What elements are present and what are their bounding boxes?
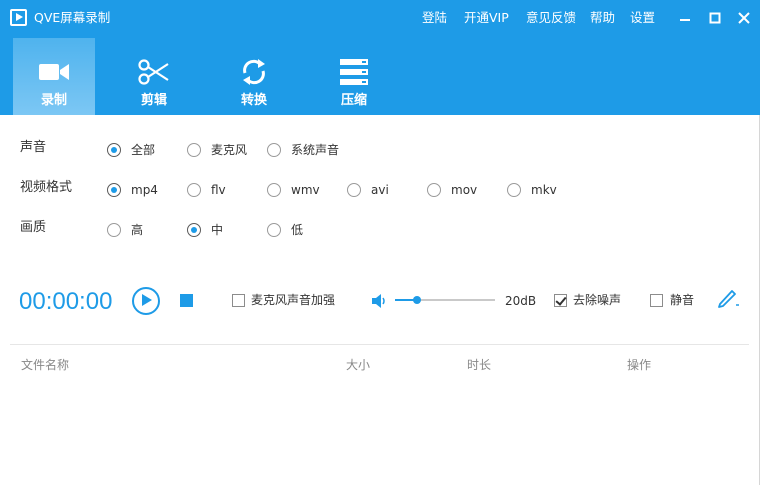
scissors-icon xyxy=(138,59,169,85)
menu-feedback[interactable]: 意见反馈 xyxy=(526,10,576,26)
menu-settings[interactable]: 设置 xyxy=(630,10,655,26)
col-filename: 文件名称 xyxy=(21,358,70,372)
file-list xyxy=(10,378,749,483)
minimize-icon xyxy=(680,19,690,21)
format-mkv-text: mkv xyxy=(531,183,557,197)
app-title: QVE屏幕录制 xyxy=(34,10,111,25)
format-wmv-radio[interactable] xyxy=(267,183,281,197)
quality-medium-radio[interactable] xyxy=(187,223,201,237)
quality-high-text: 高 xyxy=(131,223,144,237)
mic-boost-label: 麦克风声音加强 xyxy=(251,293,336,307)
sound-label: 声音 xyxy=(20,140,47,155)
tab-convert-label: 转换 xyxy=(240,93,267,108)
sound-mic-text: 麦克风 xyxy=(211,143,248,157)
format-mkv-radio[interactable] xyxy=(507,183,521,197)
title-bar[interactable]: QVE屏幕录制 登陆 开通VIP 意见反馈 帮助 设置 xyxy=(0,0,760,36)
format-mov-radio[interactable] xyxy=(427,183,441,197)
volume-slider[interactable] xyxy=(395,294,495,306)
tab-compress[interactable]: 压缩 xyxy=(313,38,395,115)
compress-icon xyxy=(340,59,368,85)
denoise-label: 去除噪声 xyxy=(573,293,622,307)
header-bar: QVE屏幕录制 登陆 开通VIP 意见反馈 帮助 设置 录制 剪辑 转换 压缩 xyxy=(0,0,760,115)
pen-icon[interactable] xyxy=(716,288,740,308)
close-icon xyxy=(738,12,750,24)
convert-icon xyxy=(243,59,265,85)
format-avi-radio[interactable] xyxy=(347,183,361,197)
col-actions: 操作 xyxy=(627,358,652,372)
sound-mic-radio[interactable] xyxy=(187,143,201,157)
col-size: 大小 xyxy=(346,358,371,372)
tab-edit-label: 剪辑 xyxy=(140,93,167,108)
format-mp4-radio[interactable] xyxy=(107,183,121,197)
menu-help[interactable]: 帮助 xyxy=(590,10,615,26)
minimize-button[interactable] xyxy=(676,8,694,28)
tab-record[interactable]: 录制 xyxy=(13,38,95,115)
quality-high-radio[interactable] xyxy=(107,223,121,237)
sound-system-radio[interactable] xyxy=(267,143,281,157)
quality-low-text: 低 xyxy=(291,223,304,237)
section-divider xyxy=(10,344,749,345)
maximize-button[interactable] xyxy=(706,8,724,28)
tab-convert[interactable]: 转换 xyxy=(213,38,295,115)
tab-record-label: 录制 xyxy=(40,93,67,108)
mute-checkbox[interactable] xyxy=(650,294,663,307)
volume-db-text: 20dB xyxy=(505,294,537,308)
video-camera-icon xyxy=(39,64,69,80)
mic-boost-checkbox[interactable] xyxy=(232,294,245,307)
format-flv-text: flv xyxy=(211,183,226,197)
denoise-checkbox[interactable] xyxy=(554,294,567,307)
quality-low-radio[interactable] xyxy=(267,223,281,237)
sound-all-radio[interactable] xyxy=(107,143,121,157)
close-button[interactable] xyxy=(735,8,753,28)
stop-button[interactable] xyxy=(180,294,193,307)
format-mp4-text: mp4 xyxy=(131,183,158,197)
tab-compress-label: 压缩 xyxy=(340,93,367,108)
col-duration: 时长 xyxy=(467,358,492,372)
format-label: 视频格式 xyxy=(20,180,73,195)
menu-open-vip[interactable]: 开通VIP xyxy=(464,10,509,26)
mute-label: 静音 xyxy=(670,293,695,307)
volume-slider-knob[interactable] xyxy=(413,296,421,304)
format-flv-radio[interactable] xyxy=(187,183,201,197)
volume-icon[interactable] xyxy=(371,293,387,309)
quality-medium-text: 中 xyxy=(211,223,224,237)
record-timer: 00:00:00 xyxy=(19,288,113,315)
sound-system-text: 系统声音 xyxy=(291,143,340,157)
menu-login[interactable]: 登陆 xyxy=(422,10,447,26)
format-mov-text: mov xyxy=(451,183,478,197)
tab-edit[interactable]: 剪辑 xyxy=(113,38,195,115)
sound-all-text: 全部 xyxy=(131,143,156,157)
format-avi-text: avi xyxy=(371,183,389,197)
format-wmv-text: wmv xyxy=(291,183,320,197)
app-logo-icon xyxy=(10,9,27,26)
play-button[interactable] xyxy=(132,287,160,315)
app-window: QVE屏幕录制 登陆 开通VIP 意见反馈 帮助 设置 录制 剪辑 转换 压缩 … xyxy=(0,0,760,485)
maximize-icon xyxy=(709,12,721,24)
quality-label: 画质 xyxy=(20,220,47,235)
